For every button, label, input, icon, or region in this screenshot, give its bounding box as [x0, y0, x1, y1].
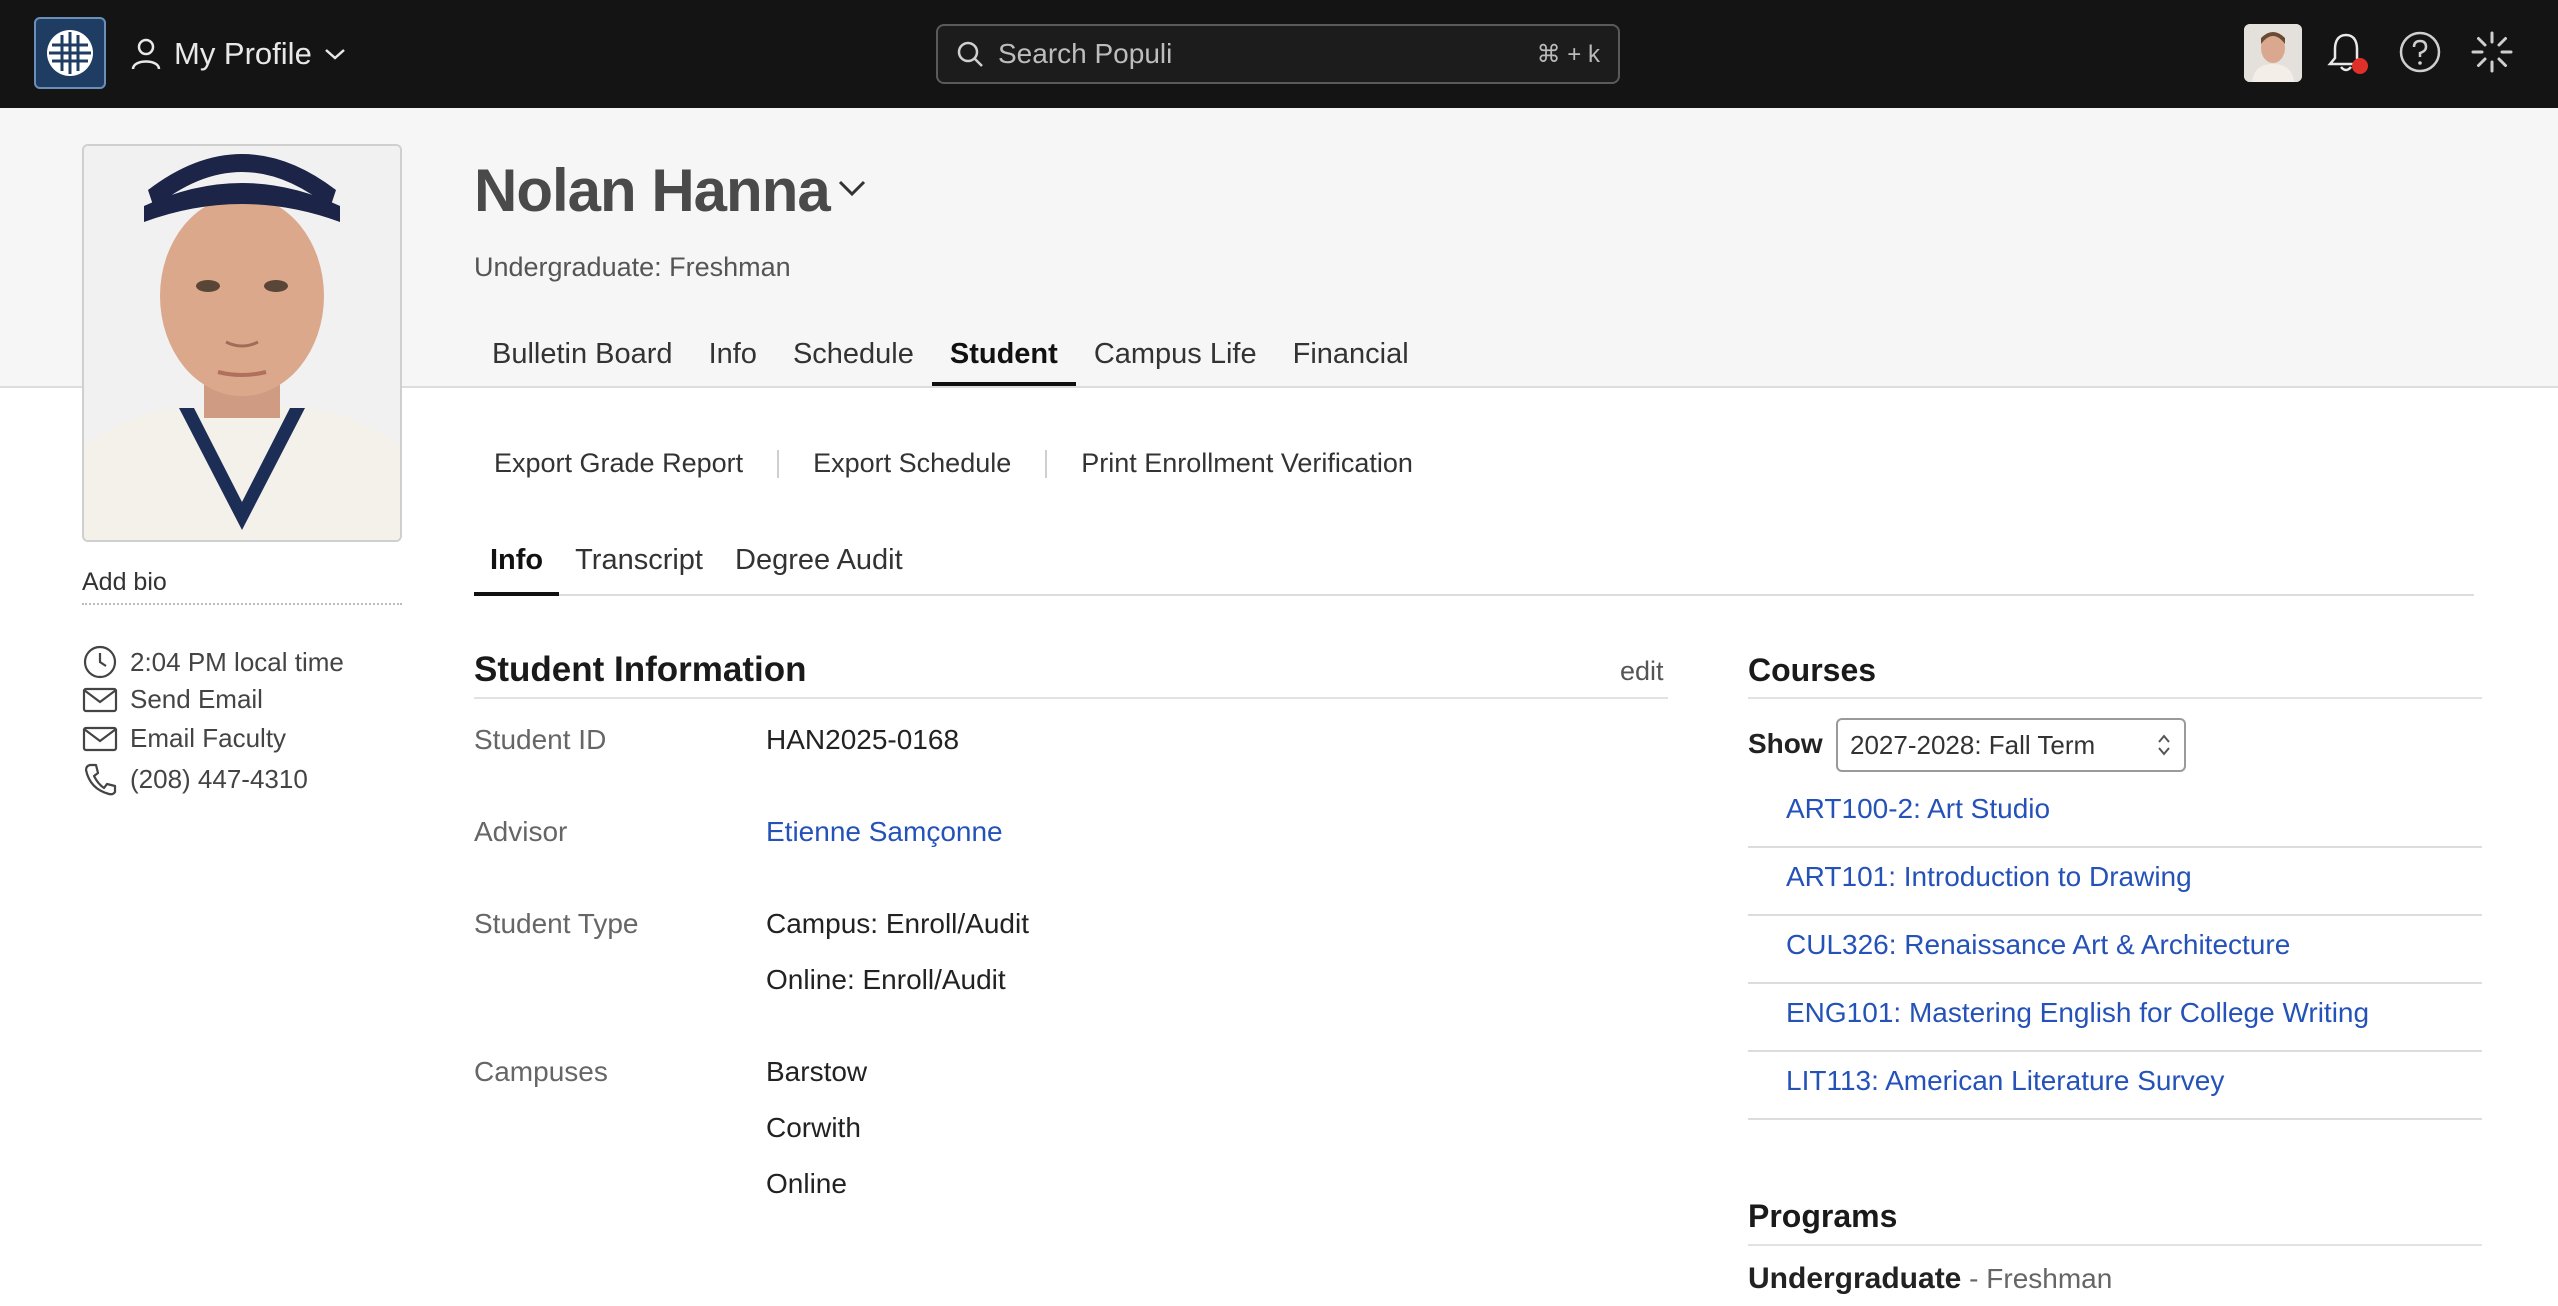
notification-badge [2352, 58, 2368, 74]
phone-icon [84, 763, 117, 796]
campus-item: Online [766, 1168, 847, 1199]
search-input[interactable]: Search Populi ⌘ + k [936, 24, 1620, 84]
main-tabs: Bulletin Board Info Schedule Student Cam… [474, 332, 1427, 388]
local-time: 2:04 PM local time [82, 644, 344, 680]
help-icon [2399, 31, 2441, 73]
divider [474, 697, 1668, 699]
app-switcher-button[interactable] [2468, 28, 2516, 76]
notifications-button[interactable] [2322, 28, 2370, 76]
program-name: Undergraduate [1748, 1262, 1962, 1295]
student-information-title: Student Information [474, 650, 807, 689]
campus-item: Barstow [766, 1056, 868, 1087]
chevron-down-icon[interactable] [836, 178, 868, 198]
search-shortcut-hint: ⌘ + k [1536, 40, 1600, 68]
tab-bulletin-board[interactable]: Bulletin Board [474, 332, 691, 386]
course-link[interactable]: LIT113: American Literature Survey [1748, 1052, 2482, 1120]
advisor-label: Advisor [474, 816, 568, 847]
my-profile-label: My Profile [174, 36, 312, 71]
course-link[interactable]: CUL326: Renaissance Art & Architecture [1748, 916, 2482, 984]
mail-icon [82, 687, 118, 712]
term-select[interactable]: 2027-2028: Fall Term [1836, 718, 2186, 772]
email-faculty-label: Email Faculty [130, 723, 287, 753]
campus-item: Corwith [766, 1112, 861, 1143]
subtab-transcript[interactable]: Transcript [559, 538, 719, 596]
search-icon [957, 41, 983, 67]
top-navigation-bar: My Profile Search Populi ⌘ + k [0, 0, 2558, 108]
student-sub-tabs: Info Transcript Degree Audit [474, 538, 2474, 596]
show-label: Show [1748, 728, 1823, 759]
tab-campus-life[interactable]: Campus Life [1076, 332, 1275, 386]
person-subtitle: Undergraduate: Freshman [474, 252, 791, 282]
help-button[interactable] [2396, 28, 2444, 76]
loading-spinner-icon [2471, 31, 2513, 73]
user-avatar[interactable] [2244, 24, 2302, 82]
search-placeholder: Search Populi [998, 38, 1173, 69]
student-type-campus: Campus: Enroll/Audit [766, 908, 1030, 939]
export-grade-report-link[interactable]: Export Grade Report [494, 448, 743, 479]
chevron-down-icon [324, 49, 345, 60]
tab-schedule[interactable]: Schedule [775, 332, 932, 386]
user-icon [131, 38, 161, 70]
course-link[interactable]: ART101: Introduction to Drawing [1748, 848, 2482, 916]
term-select-value: 2027-2028: Fall Term [1850, 729, 2096, 760]
profile-photo[interactable] [82, 144, 402, 542]
divider [1045, 449, 1048, 478]
divider [1748, 1244, 2482, 1246]
clock-icon [83, 645, 117, 679]
select-arrows-icon [2158, 734, 2170, 756]
edit-student-info-link[interactable]: edit [1620, 656, 1664, 687]
advisor-link[interactable]: Etienne Samçonne [766, 816, 1003, 848]
tab-info[interactable]: Info [691, 332, 775, 386]
program-level: Freshman [1986, 1263, 2113, 1294]
student-id-value: HAN2025-0168 [766, 724, 960, 755]
tab-financial[interactable]: Financial [1275, 332, 1427, 386]
local-time-text: 2:04 PM local time [130, 646, 344, 677]
email-faculty-link[interactable]: Email Faculty [82, 723, 286, 754]
program-entry: Undergraduate - Freshman [1748, 1262, 2112, 1296]
student-id-label: Student ID [474, 724, 607, 755]
mail-icon [82, 726, 118, 751]
populi-logo-icon[interactable] [34, 17, 106, 89]
student-actions: Export Grade Report Export Schedule Prin… [494, 448, 1413, 479]
export-schedule-link[interactable]: Export Schedule [813, 448, 1011, 479]
campuses-label: Campuses [474, 1056, 608, 1087]
student-type-online: Online: Enroll/Audit [766, 964, 1006, 995]
divider [1748, 697, 2482, 699]
print-enrollment-verification-link[interactable]: Print Enrollment Verification [1081, 448, 1413, 479]
program-separator: - [1961, 1263, 1987, 1294]
course-link[interactable]: ART100-2: Art Studio [1748, 780, 2482, 848]
subtab-degree-audit[interactable]: Degree Audit [719, 538, 919, 596]
send-email-link[interactable]: Send Email [82, 684, 263, 715]
divider [777, 449, 780, 478]
tab-student[interactable]: Student [931, 332, 1076, 386]
course-link[interactable]: ENG101: Mastering English for College Wr… [1748, 984, 2482, 1052]
person-name: Nolan Hanna [474, 157, 831, 224]
courses-title: Courses [1748, 652, 1877, 688]
phone-number-text: (208) 447-4310 [130, 763, 308, 794]
send-email-label: Send Email [130, 684, 263, 714]
phone-number[interactable]: (208) 447-4310 [82, 762, 308, 796]
my-profile-menu[interactable]: My Profile [130, 30, 346, 78]
add-bio-link[interactable]: Add bio [82, 568, 402, 605]
programs-title: Programs [1748, 1198, 1898, 1234]
subtab-info[interactable]: Info [474, 538, 560, 596]
student-type-label: Student Type [474, 908, 639, 939]
